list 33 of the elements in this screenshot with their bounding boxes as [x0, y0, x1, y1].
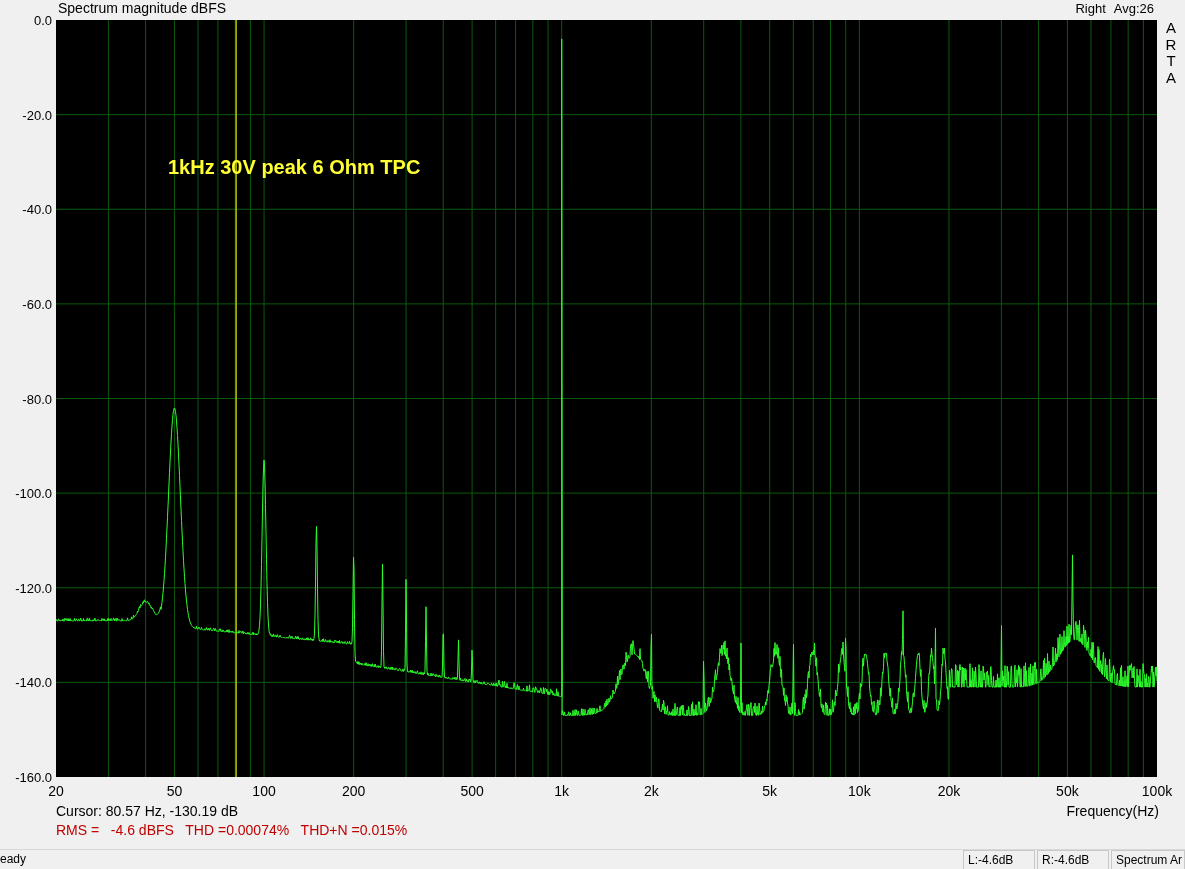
side-label: ARTA [1164, 20, 1178, 88]
x-axis-label: 50k [1056, 783, 1079, 799]
x-axis-label: 50 [166, 783, 183, 799]
x-axis-label: 500 [460, 783, 484, 799]
cursor-line[interactable] [235, 20, 237, 777]
y-axis-label: -100.0 [15, 485, 52, 501]
status-bar-field: L:-4.6dB [963, 850, 1035, 869]
x-axis-label: 20k [937, 783, 961, 799]
measurements-text: RMS = -4.6 dBFS THD =0.00074% THD+N =0.015% [56, 822, 409, 838]
chart-title: Spectrum magnitude dBFS [58, 0, 227, 16]
x-axis-label: 200 [341, 783, 366, 799]
average-label: Avg:26 [1113, 1, 1154, 16]
y-axis-label: -20.0 [22, 107, 52, 123]
x-axis-title: Frequency(Hz) [1066, 803, 1159, 819]
x-axis-label: 2k [643, 783, 659, 799]
y-axis-label: -80.0 [22, 391, 52, 406]
y-axis-label: -140.0 [15, 674, 52, 690]
y-axis-label: -40.0 [22, 201, 52, 217]
status-bar-field: eady [0, 850, 961, 869]
y-axis-label: -160.0 [15, 769, 52, 785]
status-bar-field: R:-4.6dB [1037, 850, 1109, 869]
x-axis-label: 1k [554, 783, 570, 799]
status-bar-field: Spectrum Ar [1111, 850, 1185, 869]
x-axis-label: 100 [252, 783, 276, 799]
cursor-readout: Cursor: 80.57 Hz, -130.19 dB [56, 803, 239, 819]
x-axis-label: 100k [1141, 783, 1173, 799]
x-axis-label: 5k [762, 783, 778, 799]
x-axis-label: 10k [848, 783, 871, 799]
x-axis-label: 20 [48, 783, 64, 799]
y-axis-label: 0.0 [33, 12, 52, 28]
y-axis-label: -60.0 [22, 296, 52, 312]
channel-label: Right [1075, 1, 1106, 16]
y-axis-label: -120.0 [15, 580, 52, 596]
